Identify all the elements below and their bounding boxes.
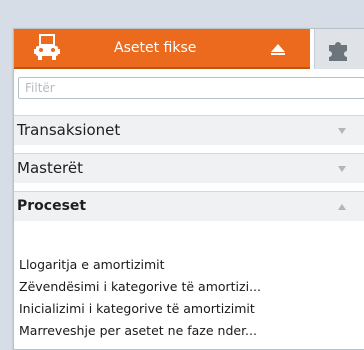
panel-title: Asetet fikse [114,40,197,56]
tab-fixed-assets[interactable]: Asetet fikse [14,29,310,69]
panel-header: Asetet fikse [14,29,364,69]
filter-container [18,77,364,103]
triangle-up-icon[interactable] [270,41,286,57]
section-transactions[interactable]: Transaksionet [14,115,364,145]
fixed-assets-panel: Asetet fikse Transaksionet Masterët Proc… [13,28,364,350]
list-item[interactable]: Llogaritja e amortizimit [14,254,364,276]
chevron-down-icon [338,128,346,134]
list-item[interactable]: Zëvendësimi i kategorive të amortizi... [14,276,364,298]
list-item[interactable]: Marreveshje per asetet ne faze nder... [14,320,364,342]
car-icon [34,34,60,60]
process-list: Llogaritja e amortizimit Zëvendësimi i k… [14,254,364,342]
section-label: Proceset [17,198,87,214]
section-label: Transaksionet [17,121,121,139]
puzzle-icon [329,42,347,61]
filter-input[interactable] [18,77,364,99]
section-masters[interactable]: Masterët [14,153,364,183]
tab-extensions[interactable] [314,29,364,69]
list-item[interactable]: Inicializimi i kategorive të amortizimit [14,298,364,320]
section-label: Masterët [17,159,84,177]
chevron-down-icon [338,166,346,172]
section-processes[interactable]: Proceset [14,191,364,221]
chevron-up-icon [338,204,346,210]
